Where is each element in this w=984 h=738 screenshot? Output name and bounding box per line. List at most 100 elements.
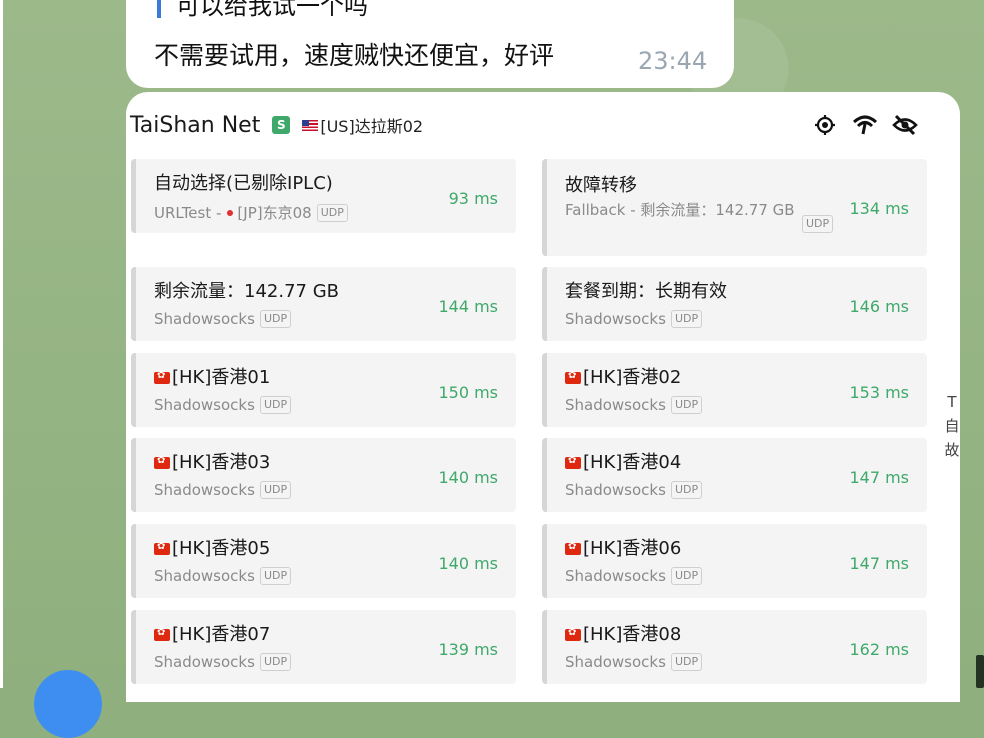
locate-icon[interactable] bbox=[812, 112, 838, 138]
latency-value[interactable]: 147 ms bbox=[849, 554, 909, 573]
card-accent-bar bbox=[131, 267, 136, 341]
card-accent-bar bbox=[542, 524, 547, 598]
proxy-type-label: URLTest - bbox=[154, 203, 222, 222]
wifi-icon[interactable] bbox=[852, 112, 878, 138]
proxy-type: URLTest - [JP]东京08 UDP bbox=[154, 202, 348, 223]
latency-value[interactable]: 140 ms bbox=[438, 554, 498, 573]
proxy-card-expiry[interactable]: 套餐到期：长期有效 Shadowsocks UDP 146 ms bbox=[542, 267, 927, 341]
message-text: 不需要试用，速度贼快还便宜，好评 bbox=[154, 41, 555, 70]
card-accent-bar bbox=[131, 353, 136, 427]
proxy-type: Shadowsocks UDP bbox=[154, 653, 292, 671]
card-accent-bar bbox=[542, 438, 547, 512]
proxy-card-fallback[interactable]: 故障转移 Fallback - 剩余流量：142.77 GB UDP 134 m… bbox=[542, 159, 927, 256]
latency-value[interactable]: 139 ms bbox=[438, 640, 498, 659]
eye-off-icon[interactable] bbox=[892, 112, 918, 138]
side-index-labels: T 自 故 bbox=[942, 390, 962, 462]
proxy-title: [HK]香港04 bbox=[583, 452, 682, 473]
proxy-type: Shadowsocks UDP bbox=[154, 481, 292, 499]
latency-value[interactable]: 146 ms bbox=[849, 297, 909, 316]
hk-flag-icon bbox=[565, 627, 581, 641]
proxy-title: [HK]香港03 bbox=[172, 452, 271, 473]
proxy-title: [HK]香港05 bbox=[172, 538, 271, 559]
hk-flag-icon bbox=[154, 627, 170, 641]
latency-value[interactable]: 162 ms bbox=[849, 640, 909, 659]
proxy-title-row: [HK]香港03 bbox=[154, 448, 270, 474]
proxy-title-row: [HK]香港02 bbox=[565, 363, 681, 389]
proxy-group-header[interactable]: TaiShan Net S [US]达拉斯02 bbox=[130, 110, 423, 140]
proxy-card-hk05[interactable]: [HK]香港05 Shadowsocks UDP 140 ms bbox=[131, 524, 516, 598]
proxy-title: [HK]香港06 bbox=[583, 538, 682, 559]
card-accent-bar bbox=[131, 524, 136, 598]
latency-value[interactable]: 140 ms bbox=[438, 468, 498, 487]
proxy-title-row: [HK]香港04 bbox=[565, 448, 681, 474]
proxy-type: Shadowsocks UDP bbox=[565, 481, 703, 499]
proxy-type-badge: S bbox=[272, 116, 291, 134]
current-node-label: [US]达拉斯02 bbox=[320, 117, 424, 136]
side-label[interactable]: 自 bbox=[942, 414, 962, 438]
udp-badge: UDP bbox=[670, 567, 703, 585]
proxy-type: Shadowsocks UDP bbox=[154, 396, 292, 414]
proxy-title-row: [HK]香港05 bbox=[154, 534, 270, 560]
proxy-card-hk07[interactable]: [HK]香港07 Shadowsocks UDP 139 ms bbox=[131, 610, 516, 684]
udp-badge: UDP bbox=[316, 203, 348, 222]
card-accent-bar bbox=[542, 267, 547, 341]
latency-value[interactable]: 150 ms bbox=[438, 383, 498, 402]
proxy-type-label: Shadowsocks bbox=[154, 567, 255, 585]
quoted-message-text: 可以给我试一个吗 bbox=[176, 0, 368, 20]
proxy-type: Shadowsocks UDP bbox=[154, 310, 292, 328]
udp-badge: UDP bbox=[802, 215, 834, 233]
proxy-title-row: [HK]香港07 bbox=[154, 620, 270, 646]
latency-value[interactable]: 153 ms bbox=[849, 383, 909, 402]
latency-value[interactable]: 134 ms bbox=[849, 199, 909, 218]
proxy-type: Shadowsocks UDP bbox=[565, 310, 703, 328]
proxy-card-traffic[interactable]: 剩余流量：142.77 GB Shadowsocks UDP 144 ms bbox=[131, 267, 516, 341]
proxy-type-label: Shadowsocks bbox=[565, 653, 666, 671]
proxy-type-label: Shadowsocks bbox=[154, 396, 255, 414]
card-accent-bar bbox=[131, 610, 136, 684]
proxy-card-hk03[interactable]: [HK]香港03 Shadowsocks UDP 140 ms bbox=[131, 438, 516, 512]
jp-flag-icon bbox=[227, 209, 234, 216]
proxy-card-hk01[interactable]: [HK]香港01 Shadowsocks UDP 150 ms bbox=[131, 353, 516, 427]
udp-badge: UDP bbox=[259, 653, 292, 671]
hk-flag-icon bbox=[565, 370, 581, 384]
proxy-type-label: Shadowsocks bbox=[565, 310, 666, 328]
latency-value[interactable]: 144 ms bbox=[438, 297, 498, 316]
latency-value[interactable]: 147 ms bbox=[849, 468, 909, 487]
udp-badge: UDP bbox=[259, 567, 292, 585]
window-edge-right bbox=[976, 655, 984, 688]
proxy-type: Fallback - 剩余流量：142.77 GB bbox=[565, 201, 795, 219]
us-flag-icon bbox=[302, 119, 319, 131]
card-accent-bar bbox=[131, 159, 136, 233]
udp-badge: UDP bbox=[670, 310, 703, 328]
proxy-card-hk02[interactable]: [HK]香港02 Shadowsocks UDP 153 ms bbox=[542, 353, 927, 427]
proxy-title-row: [HK]香港06 bbox=[565, 534, 681, 560]
proxy-card-hk04[interactable]: [HK]香港04 Shadowsocks UDP 147 ms bbox=[542, 438, 927, 512]
side-label[interactable]: 故 bbox=[942, 438, 962, 462]
udp-badge: UDP bbox=[670, 396, 703, 414]
udp-badge: UDP bbox=[670, 481, 703, 499]
proxy-type-label: Shadowsocks bbox=[154, 310, 255, 328]
floating-action-button[interactable] bbox=[34, 670, 102, 738]
selected-node-label: [JP]东京08 bbox=[237, 204, 312, 222]
proxy-title-row: [HK]香港08 bbox=[565, 620, 681, 646]
proxy-card-auto-select[interactable]: 自动选择(已剔除IPLC) URLTest - [JP]东京08 UDP 93 … bbox=[131, 159, 516, 233]
proxy-type: Shadowsocks UDP bbox=[565, 653, 703, 671]
card-accent-bar bbox=[131, 438, 136, 512]
header-actions bbox=[812, 112, 922, 138]
proxy-type: Shadowsocks UDP bbox=[154, 567, 292, 585]
latency-value[interactable]: 93 ms bbox=[449, 189, 498, 208]
card-accent-bar bbox=[542, 159, 547, 256]
proxy-type-label: Shadowsocks bbox=[565, 567, 666, 585]
proxy-type-label: Shadowsocks bbox=[565, 481, 666, 499]
window-edge bbox=[0, 0, 3, 688]
proxy-title: [HK]香港01 bbox=[172, 367, 271, 388]
udp-badge: UDP bbox=[670, 653, 703, 671]
proxy-title: 套餐到期：长期有效 bbox=[565, 281, 727, 302]
proxy-type-label: Shadowsocks bbox=[154, 481, 255, 499]
hk-flag-icon bbox=[565, 455, 581, 469]
proxy-card-hk08[interactable]: [HK]香港08 Shadowsocks UDP 162 ms bbox=[542, 610, 927, 684]
side-label[interactable]: T bbox=[942, 390, 962, 414]
card-accent-bar bbox=[542, 353, 547, 427]
proxy-title: [HK]香港07 bbox=[172, 624, 271, 645]
proxy-card-hk06[interactable]: [HK]香港06 Shadowsocks UDP 147 ms bbox=[542, 524, 927, 598]
